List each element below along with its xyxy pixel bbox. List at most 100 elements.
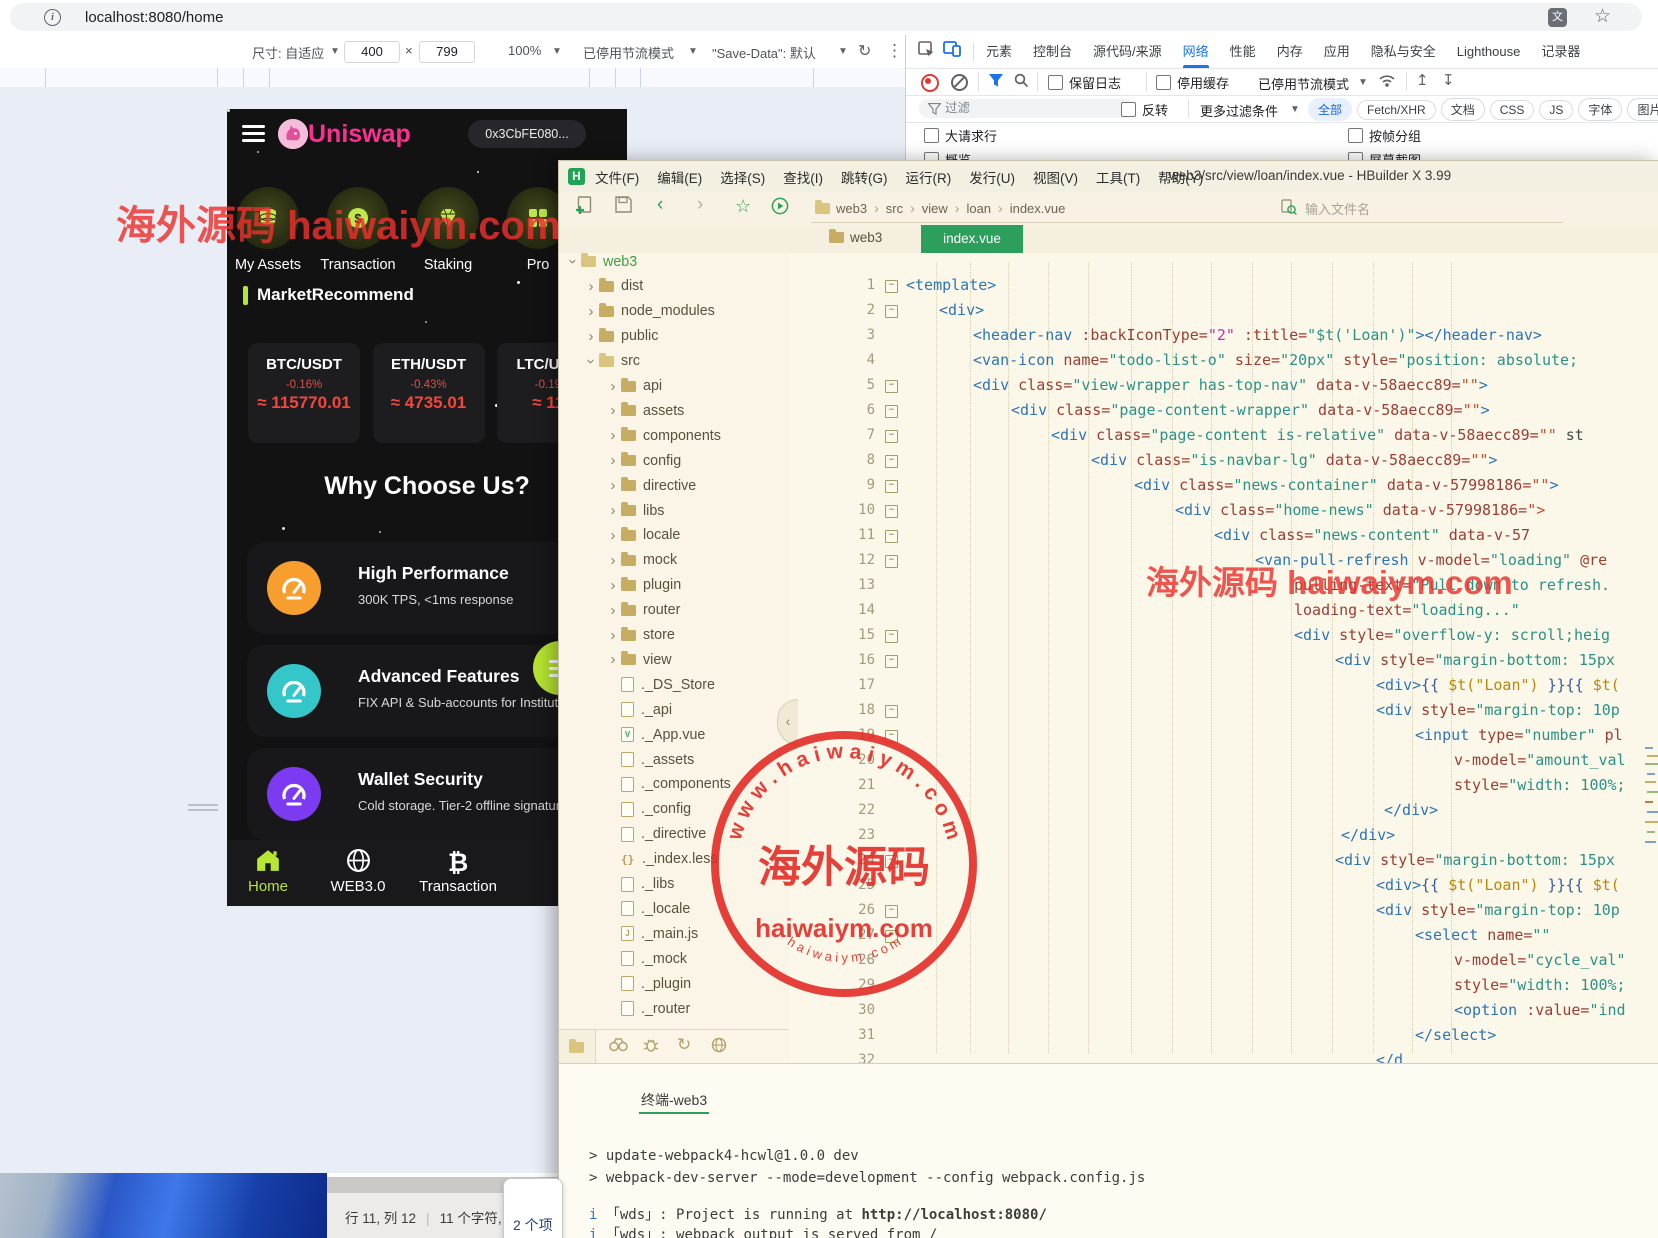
fold-marker[interactable]: − <box>885 705 898 718</box>
fold-marker[interactable]: − <box>885 480 898 493</box>
menu-burger-icon[interactable] <box>242 125 265 146</box>
run-icon[interactable] <box>771 197 789 220</box>
filter-input[interactable]: 过滤 <box>919 99 1135 118</box>
tree-item-components[interactable]: ›components <box>605 423 721 448</box>
record-icon[interactable] <box>921 74 939 92</box>
tree-item-._mock[interactable]: ._mock <box>605 946 687 971</box>
menu-跳转(G)[interactable]: 跳转(G) <box>841 167 888 187</box>
tree-item-node_modules[interactable]: ›node_modules <box>583 299 715 324</box>
devtools-tab-元素[interactable]: 元素 <box>986 35 1012 68</box>
inspect-element-icon[interactable] <box>918 41 935 63</box>
devtools-tab-性能[interactable]: 性能 <box>1230 35 1256 68</box>
rotate-device-icon[interactable]: ↻ <box>858 41 871 61</box>
disable-cache-checkbox[interactable]: 停用缓存 <box>1156 73 1229 92</box>
file-search-input[interactable]: 输入文件名 <box>1273 194 1563 223</box>
menu-发行(U)[interactable]: 发行(U) <box>969 167 1015 187</box>
translate-icon[interactable]: 文 <box>1548 8 1567 27</box>
network-conditions-icon[interactable] <box>1378 72 1396 93</box>
web-globe-icon[interactable] <box>711 1037 727 1058</box>
preserve-log-checkbox[interactable]: 保留日志 <box>1048 73 1121 92</box>
breadcrumb-loan[interactable]: loan <box>966 201 991 216</box>
tree-item-._api[interactable]: ._api <box>605 697 672 722</box>
tree-item-._libs[interactable]: ._libs <box>605 872 674 897</box>
zoom-select[interactable]: 100% <box>508 43 541 58</box>
menu-运行(R)[interactable]: 运行(R) <box>906 167 952 187</box>
new-file-icon[interactable] <box>575 196 592 220</box>
fold-marker[interactable]: − <box>885 530 898 543</box>
search-icon[interactable] <box>1014 73 1029 93</box>
devtools-tab-应用[interactable]: 应用 <box>1324 35 1350 68</box>
media-query-bar[interactable] <box>0 68 905 88</box>
device-height-input[interactable]: 799 <box>419 41 475 63</box>
nav-Transaction[interactable]: ₿Transaction <box>403 848 513 895</box>
tree-item-public[interactable]: ›public <box>583 324 658 349</box>
url-input[interactable]: i localhost:8080/home <box>10 3 1642 31</box>
filter-chip-CSS[interactable]: CSS <box>1490 100 1535 120</box>
explorer-tab[interactable] <box>559 1030 596 1064</box>
tree-item-._DS_Store[interactable]: ._DS_Store <box>605 672 715 697</box>
filter-chip-图片[interactable]: 图片 <box>1627 98 1658 121</box>
bookmark-star-icon[interactable]: ☆ <box>1594 5 1611 28</box>
tree-item-._router[interactable]: ._router <box>605 996 690 1021</box>
devtools-tab-记录器[interactable]: 记录器 <box>1541 35 1580 68</box>
forward-icon[interactable]: › <box>697 194 703 216</box>
fold-marker[interactable]: − <box>885 630 898 643</box>
option-checkbox-大请求行[interactable]: 大请求行 <box>924 126 997 145</box>
devtools-tab-内存[interactable]: 内存 <box>1277 35 1303 68</box>
filter-chip-全部[interactable]: 全部 <box>1308 98 1352 121</box>
menu-工具(T)[interactable]: 工具(T) <box>1096 167 1140 187</box>
fold-marker[interactable]: − <box>885 505 898 518</box>
save-data-select[interactable]: "Save-Data": 默认 <box>712 43 816 62</box>
project-label[interactable]: web3 <box>829 230 882 245</box>
invert-checkbox[interactable]: 反转 <box>1121 100 1168 119</box>
tree-item-store[interactable]: ›store <box>605 623 675 648</box>
devtools-tab-网络[interactable]: 网络 <box>1183 35 1209 68</box>
nav-WEB3.0[interactable]: WEB3.0 <box>303 848 413 895</box>
export-har-icon[interactable]: ↧ <box>1442 71 1455 89</box>
devtools-tab-Lighthouse[interactable]: Lighthouse <box>1457 35 1521 68</box>
tree-item-._App.vue[interactable]: V._App.vue <box>605 722 705 747</box>
throttling-select[interactable]: 已停用节流模式 <box>583 43 674 62</box>
fold-marker[interactable]: − <box>885 455 898 468</box>
tree-item-._locale[interactable]: ._locale <box>605 896 690 921</box>
tree-item-libs[interactable]: ›libs <box>605 498 664 523</box>
menu-视图(V)[interactable]: 视图(V) <box>1033 167 1078 187</box>
tab-index-vue[interactable]: index.vue <box>921 225 1023 253</box>
back-icon[interactable]: ‹ <box>657 194 663 216</box>
tree-item-directive[interactable]: ›directive <box>605 473 696 498</box>
tree-item-assets[interactable]: ›assets <box>605 398 684 423</box>
tree-item-view[interactable]: ›view <box>605 647 672 672</box>
favorite-star-icon[interactable]: ☆ <box>735 196 751 217</box>
save-icon[interactable] <box>615 196 632 218</box>
refresh-icon[interactable]: ↻ <box>677 1035 691 1055</box>
device-size-select[interactable]: 尺寸: 自适应 <box>252 43 324 62</box>
more-options-icon[interactable]: ⋮ <box>886 41 903 61</box>
filter-toggle-icon[interactable] <box>988 73 1004 93</box>
tree-item-._directive[interactable]: ._directive <box>605 822 706 847</box>
tree-item-src[interactable]: ›src <box>583 349 640 374</box>
device-width-input[interactable]: 400 <box>344 41 400 63</box>
search-binoculars-icon[interactable] <box>609 1037 628 1057</box>
network-throttle-select[interactable]: 已停用节流模式 <box>1258 74 1349 93</box>
more-filters-button[interactable]: 更多过滤条件 <box>1200 101 1278 120</box>
fold-marker[interactable]: − <box>885 430 898 443</box>
tree-item-._config[interactable]: ._config <box>605 797 691 822</box>
breadcrumb-view[interactable]: view <box>922 201 948 216</box>
menu-选择(S)[interactable]: 选择(S) <box>720 167 765 187</box>
device-drag-handle[interactable] <box>188 804 218 806</box>
menu-编辑(E)[interactable]: 编辑(E) <box>657 167 702 187</box>
tree-item-web3[interactable]: ›web3 <box>565 253 637 274</box>
tree-item-router[interactable]: ›router <box>605 598 680 623</box>
menu-文件(F)[interactable]: 文件(F) <box>595 167 639 187</box>
breadcrumb-index.vue[interactable]: index.vue <box>1010 201 1066 216</box>
tree-item-api[interactable]: ›api <box>605 374 662 399</box>
site-info-icon[interactable]: i <box>44 9 61 26</box>
fold-marker[interactable]: − <box>885 280 898 293</box>
filter-chip-字体[interactable]: 字体 <box>1578 98 1622 121</box>
market-card-ETH/USDT[interactable]: ETH/USDT-0.43%≈ 4735.01 <box>373 343 485 443</box>
tree-item-mock[interactable]: ›mock <box>605 548 677 573</box>
fold-marker[interactable]: − <box>885 555 898 568</box>
breadcrumb[interactable]: web3›src›view›loan›index.vue <box>811 194 1281 223</box>
tree-item-config[interactable]: ›config <box>605 448 681 473</box>
device-toolbar-toggle-icon[interactable] <box>943 41 961 62</box>
